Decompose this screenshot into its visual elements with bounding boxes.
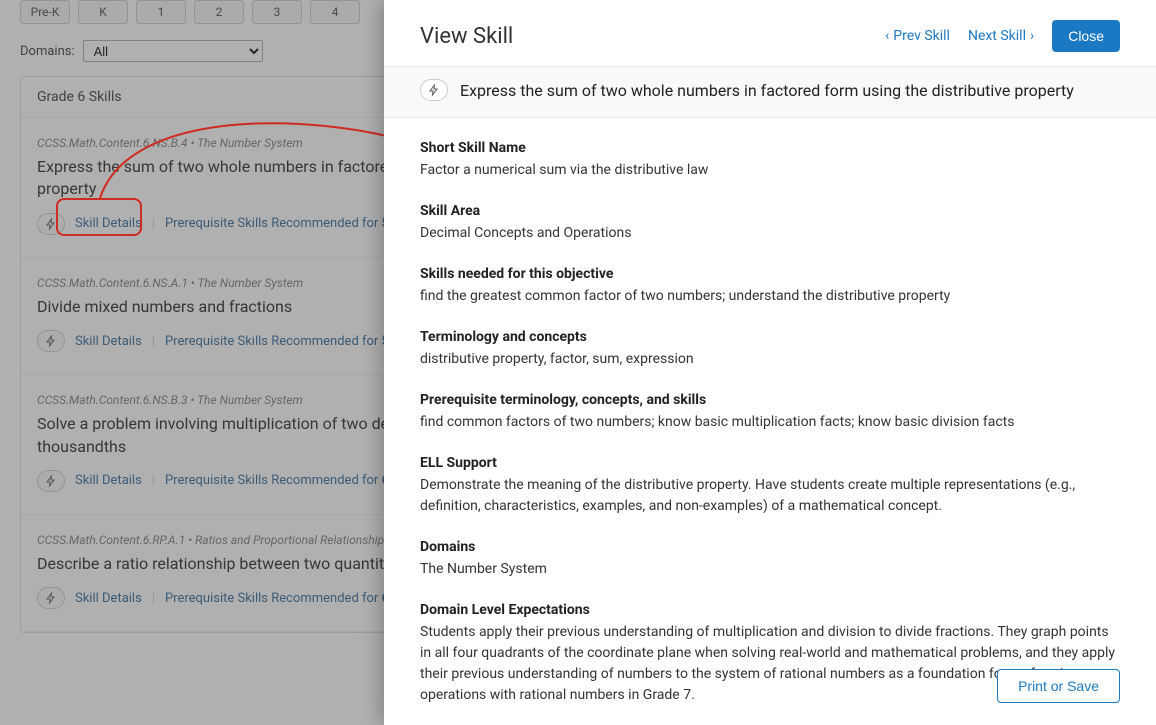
field-value: The Number System <box>420 559 1120 580</box>
drawer-header-actions: ‹ Prev Skill Next Skill › Close <box>885 20 1120 52</box>
next-skill-link[interactable]: Next Skill › <box>968 28 1034 44</box>
drawer-footer: Print or Save <box>997 669 1120 703</box>
skill-banner-title: Express the sum of two whole numbers in … <box>460 81 1074 100</box>
drawer-title: View Skill <box>420 24 513 49</box>
chevron-right-icon: › <box>1030 28 1034 44</box>
field-label: Domain Level Expectations <box>420 602 1120 618</box>
next-skill-label: Next Skill <box>968 28 1026 44</box>
field-label: Terminology and concepts <box>420 329 1120 345</box>
field-label: Short Skill Name <box>420 140 1120 156</box>
chevron-left-icon: ‹ <box>885 28 889 44</box>
drawer-body[interactable]: Short Skill Name Factor a numerical sum … <box>384 118 1156 725</box>
field-domains: Domains The Number System <box>420 539 1120 580</box>
field-value: find the greatest common factor of two n… <box>420 286 1120 307</box>
field-ell-support: ELL Support Demonstrate the meaning of t… <box>420 455 1120 517</box>
close-button[interactable]: Close <box>1052 20 1120 52</box>
field-value: Decimal Concepts and Operations <box>420 223 1120 244</box>
field-label: Skill Area <box>420 203 1120 219</box>
field-label: Prerequisite terminology, concepts, and … <box>420 392 1120 408</box>
bolt-icon <box>420 79 448 101</box>
drawer-header: View Skill ‹ Prev Skill Next Skill › Clo… <box>384 0 1156 67</box>
skill-banner: Express the sum of two whole numbers in … <box>384 67 1156 118</box>
field-label: ELL Support <box>420 455 1120 471</box>
field-short-skill-name: Short Skill Name Factor a numerical sum … <box>420 140 1120 181</box>
field-terminology: Terminology and concepts distributive pr… <box>420 329 1120 370</box>
field-skills-needed: Skills needed for this objective find th… <box>420 266 1120 307</box>
field-value: Factor a numerical sum via the distribut… <box>420 160 1120 181</box>
field-value: Demonstrate the meaning of the distribut… <box>420 475 1120 517</box>
field-label: Domains <box>420 539 1120 555</box>
field-skill-area: Skill Area Decimal Concepts and Operatio… <box>420 203 1120 244</box>
field-value: find common factors of two numbers; know… <box>420 412 1120 433</box>
field-label: Skills needed for this objective <box>420 266 1120 282</box>
view-skill-drawer: View Skill ‹ Prev Skill Next Skill › Clo… <box>384 0 1156 725</box>
field-prereq-terminology: Prerequisite terminology, concepts, and … <box>420 392 1120 433</box>
print-or-save-button[interactable]: Print or Save <box>997 669 1120 703</box>
field-value: distributive property, factor, sum, expr… <box>420 349 1120 370</box>
prev-skill-label: Prev Skill <box>893 28 950 44</box>
prev-skill-link[interactable]: ‹ Prev Skill <box>885 28 950 44</box>
